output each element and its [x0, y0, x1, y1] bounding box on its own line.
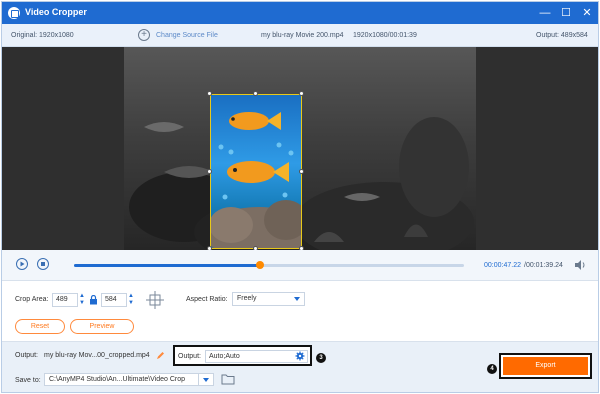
- crop-height-input[interactable]: 584: [101, 293, 127, 307]
- maximize-button[interactable]: ☐: [558, 5, 574, 21]
- reset-button[interactable]: Reset: [15, 319, 65, 334]
- output-settings-field[interactable]: Auto;Auto: [205, 350, 308, 363]
- crop-handle-top-right[interactable]: [299, 91, 304, 96]
- crop-frame[interactable]: [210, 94, 302, 249]
- output-file-label: Output:: [15, 352, 38, 359]
- crop-handle-left[interactable]: [207, 169, 212, 174]
- current-time: 00:00:47.22: [484, 262, 521, 269]
- gear-icon[interactable]: [295, 351, 305, 361]
- crop-width-input[interactable]: 489: [52, 293, 78, 307]
- folder-icon[interactable]: [221, 373, 235, 385]
- source-file-meta: 1920x1080/00:01:39: [353, 32, 417, 39]
- progress-fill: [74, 264, 260, 267]
- stop-icon: [41, 262, 45, 266]
- app-logo-icon: [8, 7, 20, 19]
- step-marker-3: 3: [316, 353, 326, 363]
- change-source-file-link[interactable]: Change Source File: [156, 32, 218, 39]
- aspect-ratio-dropdown[interactable]: Freely: [232, 292, 305, 306]
- crop-height-stepper[interactable]: ▲ ▼: [127, 293, 135, 307]
- source-file-name: my blu-ray Movie 200.mp4: [261, 32, 344, 39]
- crop-area-label: Crop Area:: [15, 296, 49, 303]
- export-highlight: Export: [499, 353, 592, 379]
- crop-handle-top-left[interactable]: [207, 91, 212, 96]
- stop-button[interactable]: [37, 258, 49, 270]
- crop-handle-top[interactable]: [253, 91, 258, 96]
- window-title: Video Cropper: [25, 7, 87, 17]
- aspect-ratio-value: Freely: [237, 295, 257, 302]
- save-path-field[interactable]: C:\AnyMP4 Studio\An...Ultimate\Video Cro…: [44, 373, 214, 386]
- aspect-ratio-label: Aspect Ratio:: [186, 296, 228, 303]
- playback-controls: 00:00:47.22 /00:01:39.24: [2, 250, 598, 280]
- preview-button[interactable]: Preview: [70, 319, 134, 334]
- crop-handle-right[interactable]: [299, 169, 304, 174]
- play-icon: [20, 261, 25, 267]
- crop-width-stepper[interactable]: ▲ ▼: [78, 293, 86, 307]
- total-time: /00:01:39.24: [524, 262, 563, 269]
- volume-icon[interactable]: [574, 259, 586, 271]
- crop-settings-panel: Crop Area: 489 ▲ ▼ 584 ▲ ▼ Aspect Ratio: F…: [2, 280, 598, 342]
- edit-pencil-icon[interactable]: [156, 351, 165, 360]
- close-button[interactable]: ✕: [579, 5, 595, 21]
- progress-track[interactable]: [74, 264, 464, 267]
- original-resolution: Original: 1920x1080: [11, 32, 74, 39]
- output-resolution: Output: 489x584: [536, 32, 588, 39]
- info-bar: Original: 1920x1080 + Change Source File…: [2, 24, 598, 47]
- export-button[interactable]: Export: [503, 357, 588, 375]
- output-settings-box: Output: Auto;Auto: [173, 345, 312, 366]
- add-circle-icon[interactable]: +: [138, 29, 150, 41]
- minimize-button[interactable]: —: [537, 5, 553, 21]
- play-button[interactable]: [16, 258, 28, 270]
- title-bar: Video Cropper — ☐ ✕: [2, 2, 598, 24]
- center-crop-icon[interactable]: [145, 290, 165, 310]
- save-path-dropdown[interactable]: [198, 373, 214, 386]
- chevron-down-icon: [294, 297, 300, 301]
- output-file-name: my blu-ray Mov...00_cropped.mp4: [44, 352, 150, 359]
- lock-ratio-icon[interactable]: [89, 295, 98, 305]
- video-cropper-window: Video Cropper — ☐ ✕ Original: 1920x1080 …: [1, 1, 599, 393]
- video-preview-area: [2, 47, 598, 251]
- save-to-label: Save to:: [15, 377, 41, 384]
- output-settings-label: Output:: [178, 353, 201, 360]
- bottom-bar: Output: my blu-ray Mov...00_cropped.mp4 …: [2, 342, 598, 392]
- step-marker-4: 4: [487, 364, 497, 374]
- cropped-fish-image: [211, 112, 301, 248]
- chevron-down-icon: [203, 378, 209, 382]
- progress-thumb[interactable]: [256, 261, 264, 269]
